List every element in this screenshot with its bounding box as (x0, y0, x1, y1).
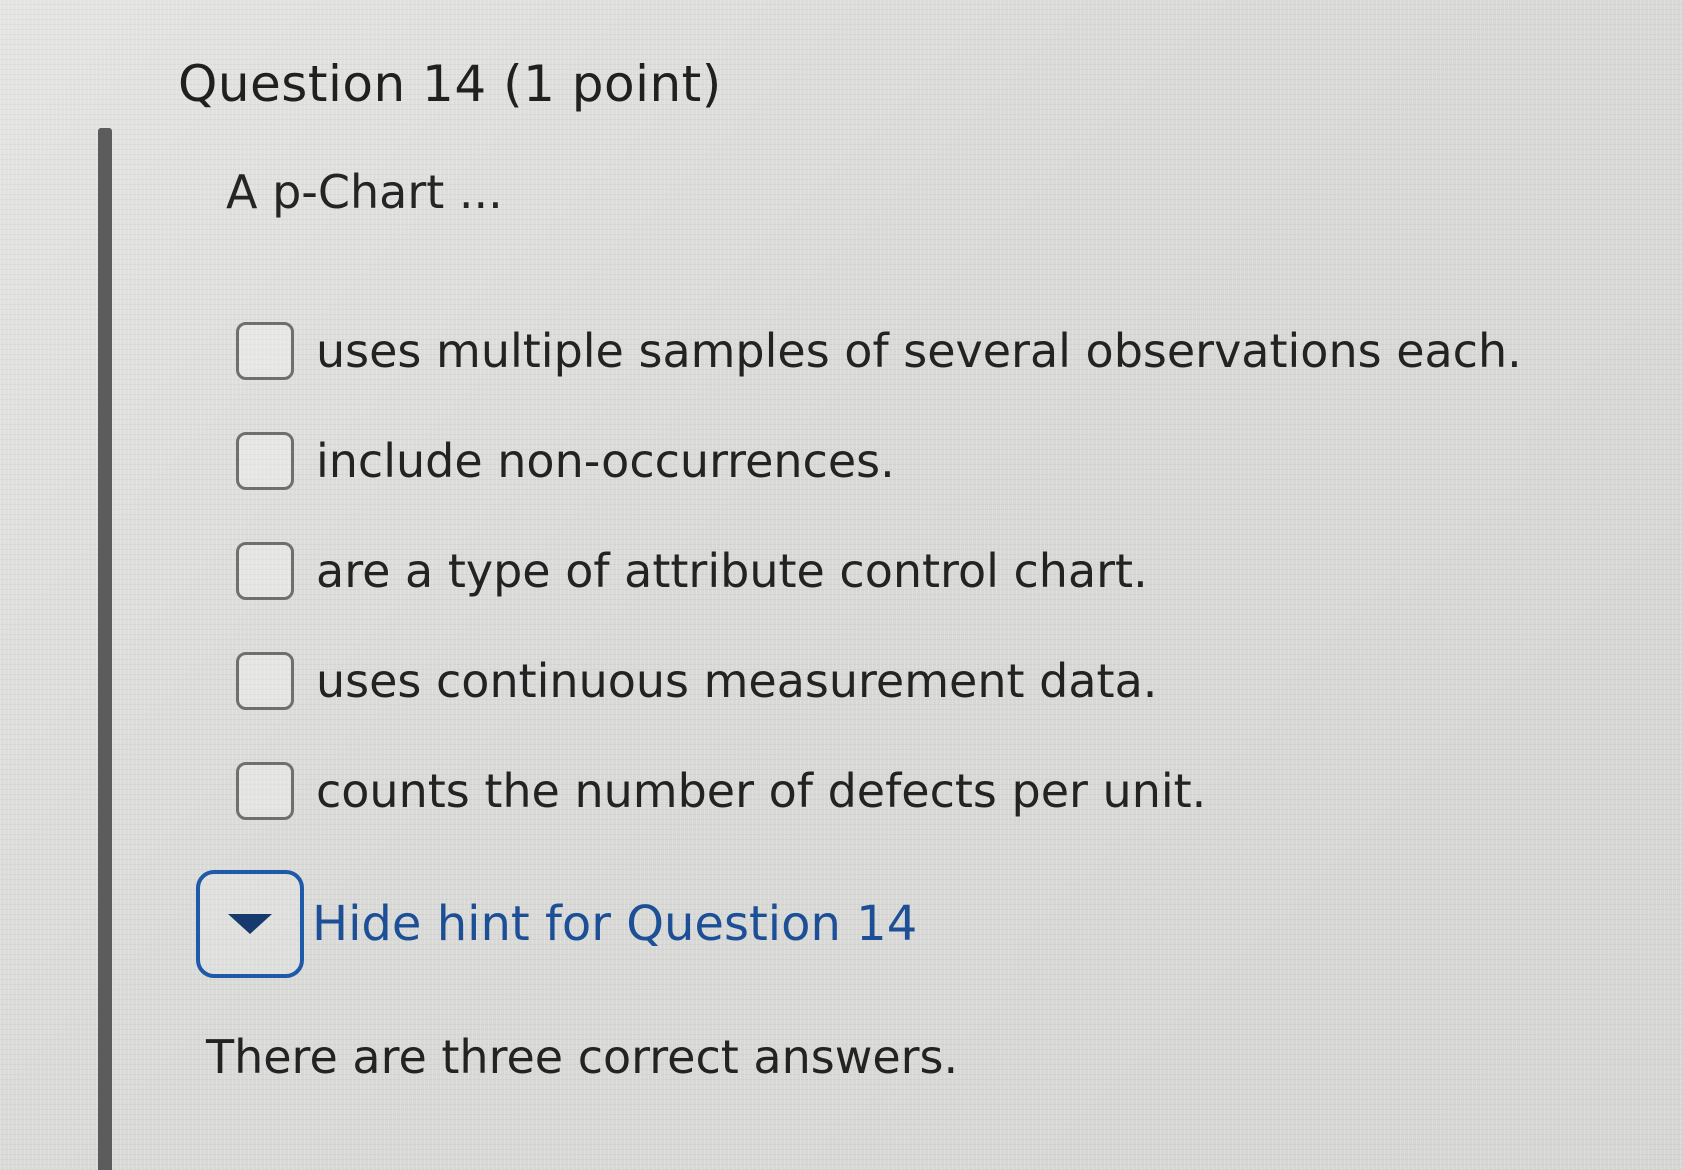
option-checkbox[interactable] (236, 762, 294, 820)
option-checkbox[interactable] (236, 322, 294, 380)
question-prompt: A p-Chart ... (226, 165, 503, 219)
answer-option[interactable]: are a type of attribute control chart. (236, 516, 1522, 626)
option-label[interactable]: uses continuous measurement data. (316, 654, 1157, 708)
hint-toggle-button[interactable] (196, 870, 304, 978)
answer-options-list: uses multiple samples of several observa… (236, 296, 1522, 846)
option-label[interactable]: counts the number of defects per unit. (316, 764, 1206, 818)
question-left-border (98, 128, 112, 1170)
question-points: (1 point) (503, 55, 722, 113)
option-label[interactable]: are a type of attribute control chart. (316, 544, 1148, 598)
option-label[interactable]: uses multiple samples of several observa… (316, 324, 1522, 378)
answer-option[interactable]: uses multiple samples of several observa… (236, 296, 1522, 406)
option-label[interactable]: include non-occurrences. (316, 434, 895, 488)
option-checkbox[interactable] (236, 432, 294, 490)
question-title: Question 14 (1 point) (178, 55, 722, 113)
option-checkbox[interactable] (236, 652, 294, 710)
hint-toggle-label[interactable]: Hide hint for Question 14 (312, 896, 917, 952)
answer-option[interactable]: uses continuous measurement data. (236, 626, 1522, 736)
option-checkbox[interactable] (236, 542, 294, 600)
answer-option[interactable]: include non-occurrences. (236, 406, 1522, 516)
answer-option[interactable]: counts the number of defects per unit. (236, 736, 1522, 846)
hint-toggle[interactable]: Hide hint for Question 14 (196, 870, 917, 978)
caret-down-icon (228, 914, 272, 934)
hint-text: There are three correct answers. (206, 1030, 959, 1084)
question-number: Question 14 (178, 55, 487, 113)
